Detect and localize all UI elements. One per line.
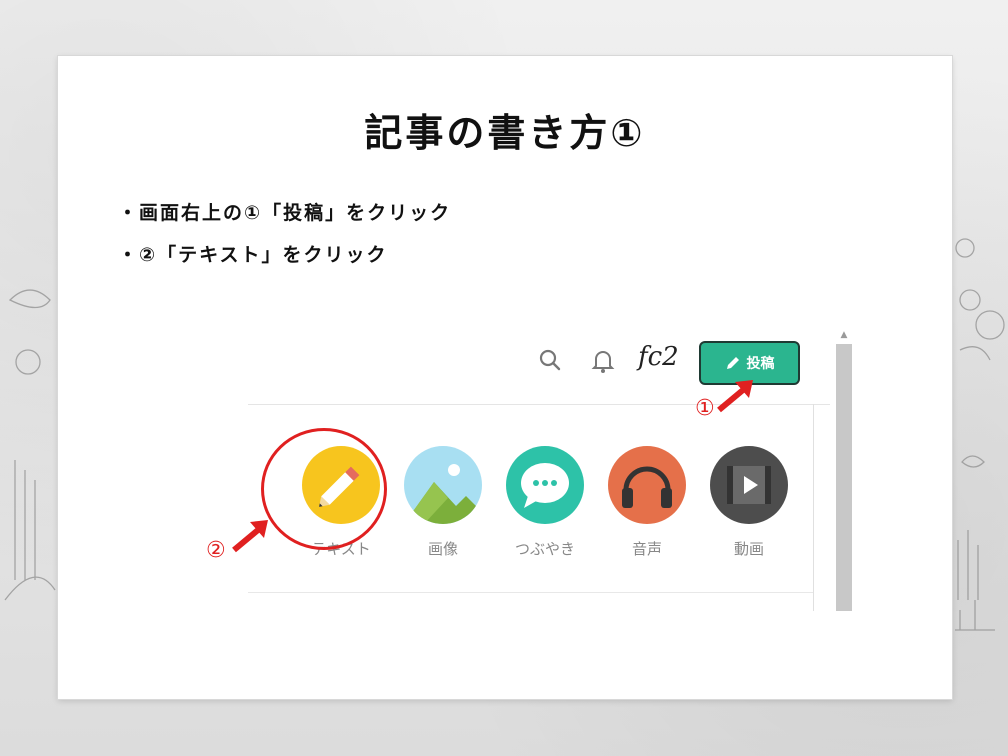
post-type-label: 画像 bbox=[427, 540, 458, 558]
scroll-up-arrow-icon[interactable]: ▲ bbox=[838, 329, 850, 341]
highlight-circle bbox=[261, 428, 387, 550]
fc2-logo-icon[interactable]: fc2 bbox=[638, 342, 679, 372]
divider bbox=[248, 592, 813, 593]
post-type-audio[interactable]: 音声 bbox=[607, 446, 687, 559]
speech-bubble-icon bbox=[506, 446, 584, 524]
bell-icon[interactable] bbox=[591, 348, 615, 374]
headphones-icon bbox=[608, 446, 686, 524]
scrollbar-thumb[interactable] bbox=[836, 344, 852, 611]
scrollbar[interactable]: ▲ bbox=[836, 326, 852, 611]
marker-2: ② bbox=[206, 538, 226, 563]
pencil-small-icon bbox=[726, 357, 739, 369]
arrow-icon bbox=[717, 380, 753, 413]
post-type-video[interactable]: 動画 bbox=[709, 446, 789, 559]
post-type-image[interactable]: 画像 bbox=[403, 446, 483, 559]
post-type-label: つぶやき bbox=[514, 540, 575, 558]
arrow-icon bbox=[232, 520, 268, 553]
marker-1: ① bbox=[695, 396, 715, 421]
image-icon bbox=[404, 446, 482, 524]
slide-title: 記事の書き方① bbox=[364, 111, 646, 155]
post-type-label: 音声 bbox=[631, 540, 662, 558]
search-icon[interactable] bbox=[538, 348, 562, 372]
bullet-1: ・画面右上の①「投稿」をクリック bbox=[118, 202, 452, 224]
post-button-label: 投稿 bbox=[746, 356, 775, 372]
panel-edge bbox=[813, 404, 814, 611]
bullet-2: ・②「テキスト」をクリック bbox=[118, 244, 388, 266]
slide: 記事の書き方① ・画面右上の①「投稿」をクリック ・②「テキスト」をクリック f… bbox=[58, 56, 952, 699]
film-icon bbox=[710, 446, 788, 524]
post-type-label: 動画 bbox=[733, 540, 764, 558]
post-type-tweet[interactable]: つぶやき bbox=[505, 446, 585, 559]
